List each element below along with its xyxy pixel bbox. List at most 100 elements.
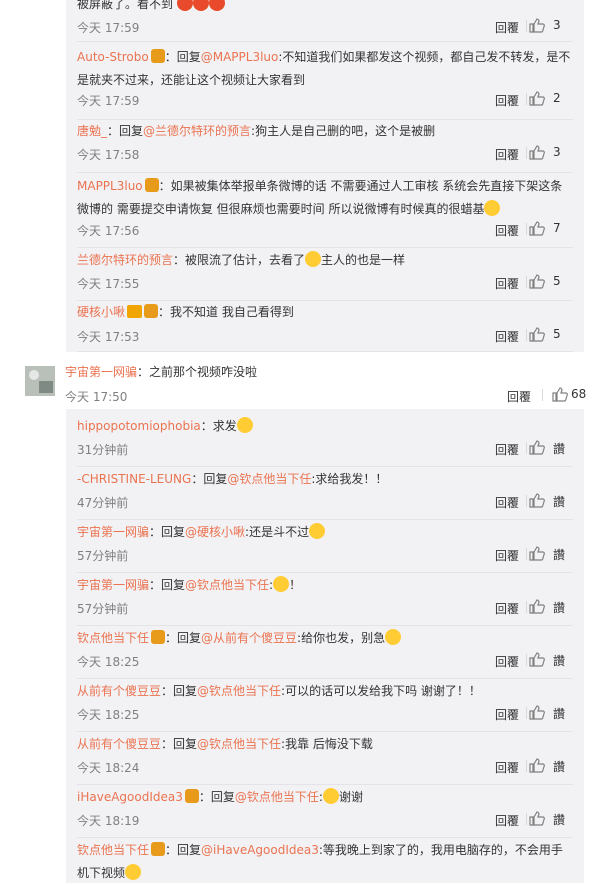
timestamp: 57分钟前 (77, 602, 129, 616)
divider (526, 442, 527, 454)
divider (526, 813, 527, 825)
timestamp: 今天 17:56 (77, 224, 140, 238)
reply-button[interactable]: 回覆 (495, 759, 519, 776)
comment-text: -CHRISTINE-LEUNG：回复@钦点他当下任:求给我发！！ (77, 472, 388, 486)
timestamp: 47分钟前 (77, 496, 129, 510)
divider (526, 223, 527, 235)
doge-emoji-icon (385, 629, 402, 645)
username-link[interactable]: 宇宙第一网骗 (77, 525, 149, 539)
mention-link[interactable]: @从前有个傻豆豆 (201, 631, 297, 645)
list-item: Auto-Strobo ：回复@MAPPL3luo:不知道我们如果都发这个视频，都… (77, 42, 573, 120)
mention-link[interactable]: @硬核小啾 (185, 525, 245, 539)
username-link[interactable]: Auto-Strobo (77, 50, 149, 64)
comment-text: MAPPL3luo ：如果被集体举报单条微博的话 不需要通过人工审核 系统会先直接… (77, 178, 563, 216)
username-link[interactable]: 硬核小啾 (77, 305, 125, 319)
reply-button[interactable]: 回覆 (495, 653, 519, 670)
list-item: 宇宙第一网骗：回复@钦点他当下任:！ 57分钟前 回覆讚 (77, 573, 573, 626)
username-link[interactable]: 唐勉_ (77, 124, 107, 138)
username-link[interactable]: 从前有个傻豆豆 (77, 684, 161, 698)
reply-button[interactable]: 回覆 (507, 388, 531, 405)
list-item: -CHRISTINE-LEUNG：回复@钦点他当下任:求给我发！！ 47分钟前 回覆… (77, 467, 573, 520)
divider (542, 389, 543, 401)
divider (526, 654, 527, 666)
reply-button[interactable]: 回覆 (495, 706, 519, 723)
divider (526, 329, 527, 341)
like-button[interactable]: 讚 (529, 652, 573, 668)
like-button[interactable]: 讚 (529, 758, 573, 774)
username-link[interactable]: 钦点他当下任 (77, 843, 149, 857)
like-button[interactable]: 讚 (529, 811, 573, 827)
reply-button[interactable]: 回覆 (495, 222, 519, 239)
reply-button[interactable]: 回覆 (495, 494, 519, 511)
reply-button[interactable]: 回覆 (495, 600, 519, 617)
mention-link[interactable]: @兰德尔特环的预言 (143, 124, 251, 138)
reply-button[interactable]: 回覆 (495, 19, 519, 36)
mention-link[interactable]: @钦点他当下任 (197, 684, 281, 698)
comment-text: Auto-Strobo ：回复@MAPPL3luo:不知道我们如果都发这个视频，都… (77, 49, 571, 87)
like-button[interactable]: 讚 (529, 599, 573, 615)
divider (526, 548, 527, 560)
mention-link[interactable]: @iHaveAgoodIdea3 (201, 843, 319, 857)
reply-button[interactable]: 回覆 (495, 146, 519, 163)
list-item: 宇宙第一网骗：回复@硬核小啾:还是斗不过 57分钟前 回覆讚 (77, 520, 573, 573)
mention-link[interactable]: @钦点他当下任 (185, 578, 269, 592)
hands-emoji-icon (236, 417, 253, 433)
list-item: 被屏蔽了。看不到 今天 17:59 回覆 3 (77, 0, 573, 42)
list-item: MAPPL3luo ：如果被集体举报单条微博的话 不需要通过人工审核 系统会先直接… (77, 173, 573, 248)
like-button[interactable]: 5 (529, 327, 573, 343)
thumbs-up-icon (529, 221, 545, 236)
like-button[interactable]: 68 (552, 387, 596, 403)
divider (77, 351, 573, 352)
list-item: hippopotomiophobia：求发 31分钟前 回覆讚 (77, 414, 573, 467)
reply-button[interactable]: 回覆 (495, 441, 519, 458)
reply-button[interactable]: 回覆 (495, 328, 519, 345)
timestamp: 今天 17:59 (77, 94, 140, 108)
comment-text: 从前有个傻豆豆：回复@钦点他当下任:我靠 后悔没下载 (77, 737, 373, 751)
like-button[interactable]: 讚 (529, 493, 573, 509)
reply-button[interactable]: 回覆 (495, 275, 519, 292)
list-item: 兰德尔特环的预言：被限流了估计，去看了 主人的也是一样 今天 17:55 回覆 5 (77, 248, 573, 301)
vip-badge-icon (144, 304, 159, 318)
vip-badge-icon (151, 842, 166, 856)
like-button[interactable]: 讚 (529, 546, 573, 562)
divider (526, 276, 527, 288)
verified-v-icon (127, 305, 143, 318)
like-button[interactable]: 7 (529, 221, 573, 237)
thumbs-up-icon (529, 652, 545, 667)
comment-text: 兰德尔特环的预言：被限流了估计，去看了 主人的也是一样 (77, 251, 406, 267)
username-link[interactable]: 宇宙第一网骗 (77, 578, 149, 592)
comment-text: 唐勉_：回复@兰德尔特环的预言:狗主人是自己删的吧，这个是被删 (77, 124, 436, 138)
username-link[interactable]: hippopotomiophobia (77, 419, 201, 433)
grin-emoji-icon (322, 788, 339, 804)
angry-emoji-icon (208, 0, 225, 11)
mention-link[interactable]: @钦点他当下任 (235, 790, 319, 804)
thumbs-up-icon (529, 18, 545, 33)
timestamp: 今天 17:58 (77, 148, 140, 162)
divider (526, 707, 527, 719)
username-link[interactable]: MAPPL3luo (77, 179, 143, 193)
like-button[interactable]: 3 (529, 145, 573, 161)
like-button[interactable]: 5 (529, 274, 573, 290)
username-link[interactable]: 钦点他当下任 (77, 631, 149, 645)
username-link[interactable]: -CHRISTINE-LEUNG (77, 472, 191, 486)
like-button[interactable]: 2 (529, 91, 573, 107)
username-link[interactable]: 兰德尔特环的预言 (77, 253, 173, 267)
username-link[interactable]: iHaveAgoodIdea3 (77, 790, 183, 804)
divider (526, 93, 527, 105)
mention-link[interactable]: @钦点他当下任 (197, 737, 281, 751)
reply-button[interactable]: 回覆 (495, 812, 519, 829)
like-button[interactable]: 3 (529, 18, 573, 34)
like-button[interactable]: 讚 (529, 440, 573, 456)
reply-button[interactable]: 回覆 (495, 547, 519, 564)
vip-badge-icon (144, 178, 159, 192)
reply-button[interactable]: 回覆 (495, 92, 519, 109)
list-item: 唐勉_：回复@兰德尔特环的预言:狗主人是自己删的吧，这个是被删 今天 17:58 回… (77, 120, 573, 173)
username-link[interactable]: 宇宙第一网骗 (65, 365, 137, 379)
mention-link[interactable]: @钦点他当下任 (227, 472, 311, 486)
thumbs-up-icon (552, 387, 568, 402)
timestamp: 今天 18:19 (77, 814, 140, 828)
mention-link[interactable]: @MAPPL3luo (201, 50, 279, 64)
avatar[interactable] (25, 366, 55, 396)
username-link[interactable]: 从前有个傻豆豆 (77, 737, 161, 751)
like-button[interactable]: 讚 (529, 705, 573, 721)
